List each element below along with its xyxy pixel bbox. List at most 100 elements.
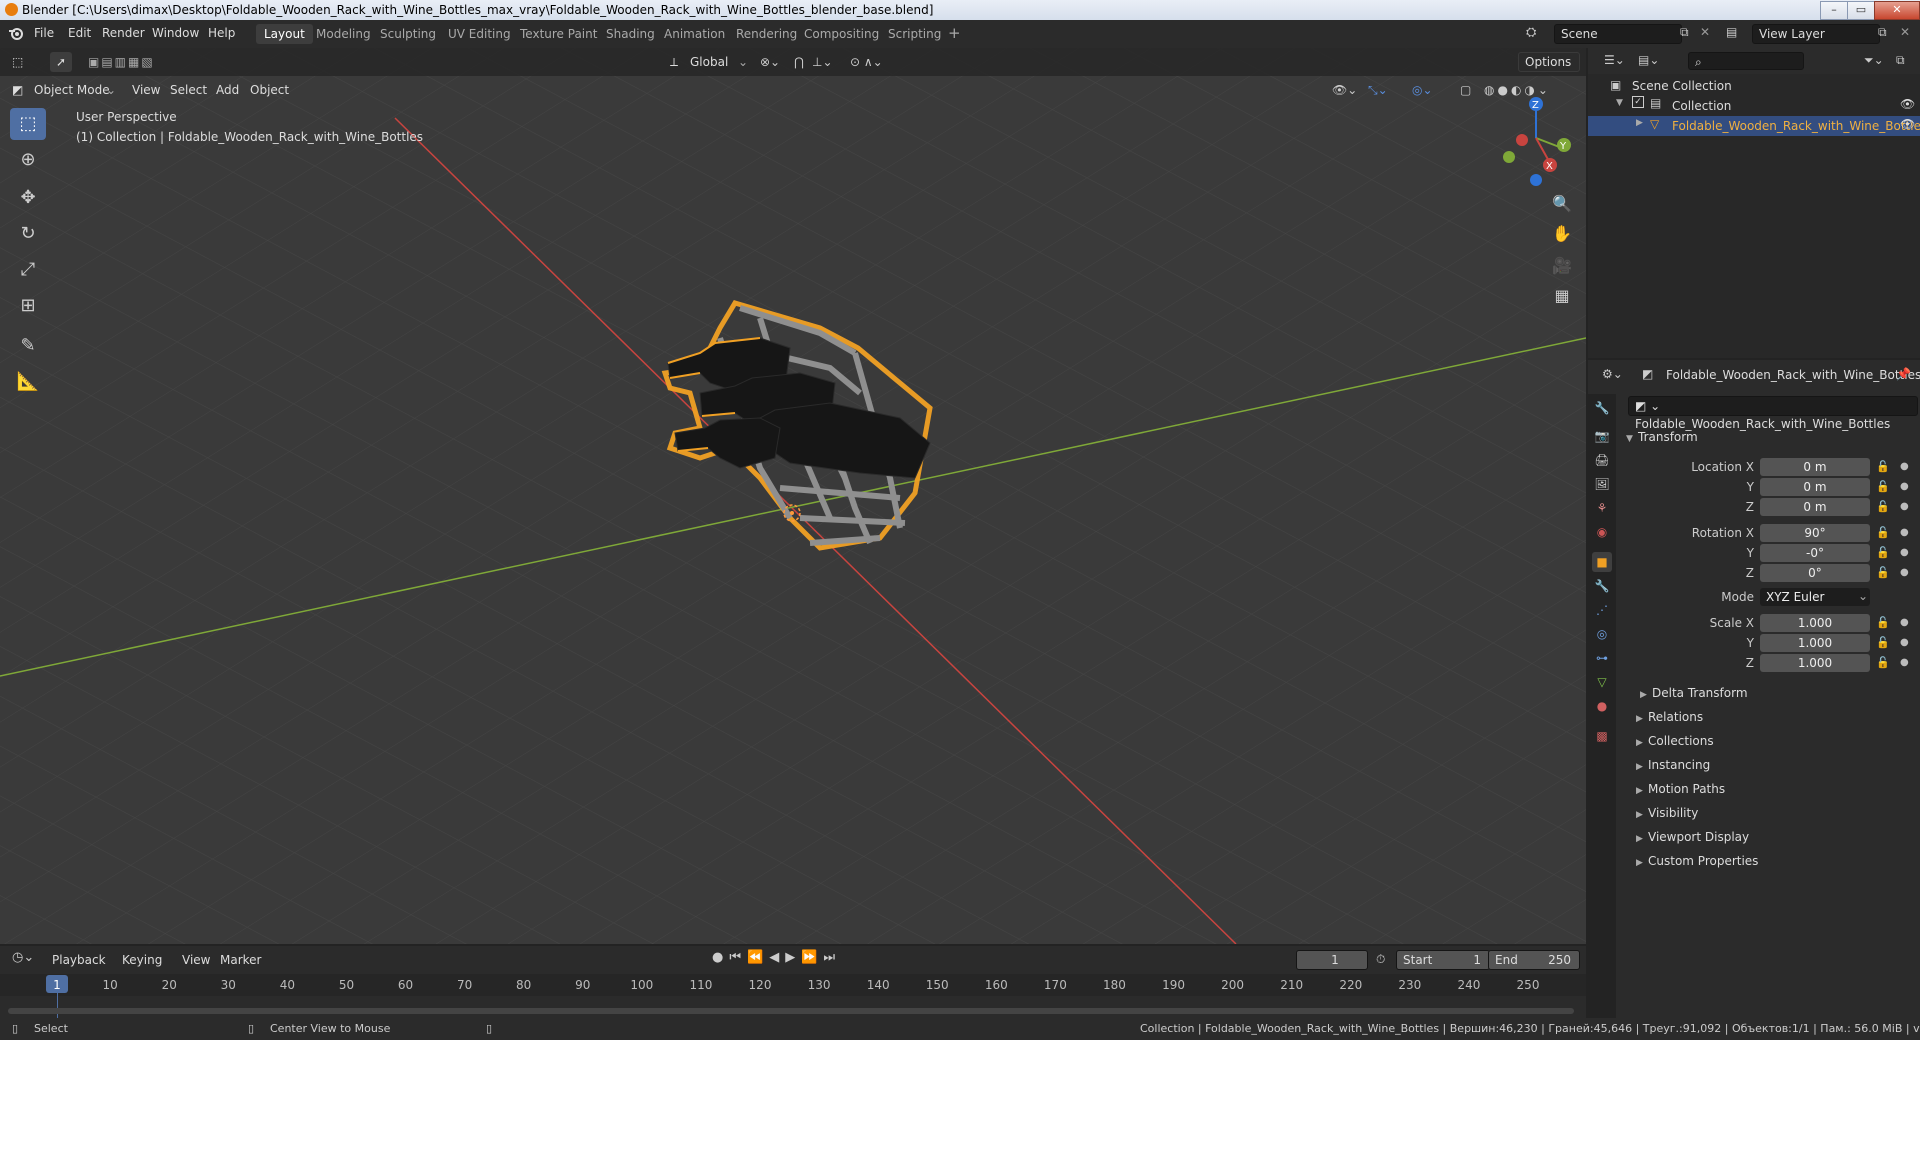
- tab-shading[interactable]: Shading: [598, 24, 663, 44]
- xray-icon[interactable]: ▢: [1460, 80, 1480, 100]
- location-z-field[interactable]: 0 m: [1760, 498, 1870, 516]
- playback-controls[interactable]: ●⏮⏪◀▶⏩⏭: [712, 950, 841, 965]
- menu-window[interactable]: Window: [152, 26, 199, 40]
- rotation-y-field[interactable]: -0°: [1760, 544, 1870, 562]
- pivot-point-icon[interactable]: ⊗⌄: [760, 52, 790, 72]
- rotation-x-field[interactable]: 90°: [1760, 524, 1870, 542]
- pin-icon[interactable]: 📌: [1896, 367, 1911, 381]
- current-frame-field[interactable]: 1: [1296, 950, 1368, 970]
- location-y-lock-icon[interactable]: 🔓: [1876, 480, 1890, 493]
- minimize-button[interactable]: –: [1820, 1, 1848, 20]
- tool-measure[interactable]: 📐: [10, 366, 46, 398]
- options-dropdown[interactable]: Options: [1518, 52, 1580, 72]
- tab-material-icon[interactable]: ●: [1592, 696, 1612, 716]
- timeline-menu-playback[interactable]: Playback: [52, 950, 106, 970]
- tool-transform[interactable]: ⊞: [10, 290, 46, 322]
- viewport-menu-view[interactable]: View: [132, 80, 160, 100]
- scale-y-lock-icon[interactable]: 🔓: [1876, 636, 1890, 649]
- scale-z-field[interactable]: 1.000: [1760, 654, 1870, 672]
- close-button[interactable]: ✕: [1874, 1, 1920, 20]
- outliner-object-name[interactable]: Foldable_Wooden_Rack_with_Wine_Bottles: [1672, 119, 1920, 133]
- scale-z-keyframe-icon[interactable]: ●: [1900, 657, 1909, 668]
- new-collection-icon[interactable]: ⧉: [1896, 53, 1905, 68]
- editor-type-icon[interactable]: ⬚: [12, 52, 30, 72]
- tab-modeling[interactable]: Modeling: [308, 24, 379, 44]
- tool-select-box[interactable]: ⬚: [10, 108, 46, 140]
- tab-scene-icon[interactable]: ⚘: [1592, 498, 1612, 518]
- add-workspace-button[interactable]: +: [948, 24, 961, 42]
- tool-scale[interactable]: ⤢: [10, 254, 46, 286]
- tab-object-data-icon[interactable]: ▽: [1592, 672, 1612, 692]
- display-mode-icon[interactable]: ▤⌄: [1638, 53, 1659, 67]
- tab-particles-icon[interactable]: ⋰: [1592, 600, 1612, 620]
- view-layer-field[interactable]: View Layer: [1752, 24, 1880, 44]
- rotation-x-keyframe-icon[interactable]: ●: [1900, 527, 1909, 538]
- rotation-z-keyframe-icon[interactable]: ●: [1900, 567, 1909, 578]
- tab-animation[interactable]: Animation: [656, 24, 733, 44]
- panel-viewport-display[interactable]: ▶ Viewport Display: [1636, 830, 1749, 844]
- outliner-scene-collection[interactable]: Scene Collection: [1632, 79, 1732, 93]
- menu-file[interactable]: File: [34, 26, 54, 40]
- perspective-toggle-icon[interactable]: ▦: [1548, 282, 1576, 310]
- tab-physics-icon[interactable]: ◎: [1592, 624, 1612, 644]
- gizmo-neg-z-icon[interactable]: [1530, 174, 1542, 186]
- gizmos-icon[interactable]: ⤡⌄: [1368, 80, 1398, 100]
- tool-rotate[interactable]: ↻: [10, 218, 46, 250]
- tool-move[interactable]: ✥: [10, 182, 46, 214]
- collection-visibility-eye-icon[interactable]: 👁: [1900, 97, 1915, 111]
- rotation-x-lock-icon[interactable]: 🔓: [1876, 526, 1890, 539]
- viewport-menu-select[interactable]: Select: [170, 80, 207, 100]
- tab-sculpting[interactable]: Sculpting: [372, 24, 444, 44]
- tab-layout[interactable]: Layout: [256, 24, 313, 44]
- 3d-viewport[interactable]: Z Y X ⬚ ➚ ▣▤▥▦▧ ⟂ Global ⌄ ⊗⌄ ⋂ ⊥⌄ ⊙ ∧⌄ …: [0, 48, 1586, 944]
- rotation-z-field[interactable]: 0°: [1760, 564, 1870, 582]
- transform-panel-header[interactable]: ▼ Transform: [1626, 430, 1698, 444]
- visibility-eye-icon[interactable]: 👁⌄: [1332, 80, 1362, 100]
- collection-checkbox[interactable]: ✓: [1632, 96, 1644, 108]
- outliner-collection[interactable]: Collection: [1672, 99, 1731, 113]
- selection-mode-icons[interactable]: ▣▤▥▦▧: [88, 52, 178, 72]
- gizmo-neg-y-icon[interactable]: [1503, 151, 1515, 163]
- tab-modifiers-icon[interactable]: 🔧: [1592, 576, 1612, 596]
- tab-object-icon[interactable]: ■: [1592, 552, 1612, 572]
- panel-motion-paths[interactable]: ▶ Motion Paths: [1636, 782, 1725, 796]
- overlays-icon[interactable]: ◎⌄: [1412, 80, 1442, 100]
- scale-x-lock-icon[interactable]: 🔓: [1876, 616, 1890, 629]
- maximize-button[interactable]: ▭: [1847, 1, 1875, 20]
- tab-render-icon[interactable]: 📷: [1592, 426, 1612, 446]
- timeline-editor-type-icon[interactable]: ◷⌄: [12, 950, 34, 965]
- location-y-field[interactable]: 0 m: [1760, 478, 1870, 496]
- menu-edit[interactable]: Edit: [68, 26, 91, 40]
- location-x-field[interactable]: 0 m: [1760, 458, 1870, 476]
- blender-menu-icon[interactable]: [8, 25, 24, 41]
- timeline-scrollbar[interactable]: [8, 1008, 1574, 1014]
- outliner-editor-type-icon[interactable]: ☰⌄: [1604, 53, 1625, 67]
- scale-x-field[interactable]: 1.000: [1760, 614, 1870, 632]
- select-tool-icon[interactable]: ➚: [50, 52, 72, 72]
- scale-y-keyframe-icon[interactable]: ●: [1900, 637, 1909, 648]
- collection-expand-icon[interactable]: ▼: [1616, 98, 1623, 108]
- scene-browse-icon[interactable]: ⛭: [1526, 25, 1548, 43]
- menu-render[interactable]: Render: [102, 26, 145, 40]
- object-expand-icon[interactable]: ▶: [1636, 118, 1643, 128]
- tab-compositing[interactable]: Compositing: [796, 24, 887, 44]
- scale-x-keyframe-icon[interactable]: ●: [1900, 617, 1909, 628]
- timeline-menu-keying[interactable]: Keying: [122, 950, 162, 970]
- camera-view-icon[interactable]: 🎥: [1548, 252, 1576, 280]
- panel-collections[interactable]: ▶ Collections: [1636, 734, 1714, 748]
- delta-transform-subpanel[interactable]: ▶ Delta Transform: [1640, 686, 1748, 700]
- outliner-search-input[interactable]: ⌕: [1688, 52, 1804, 70]
- tab-view-layer-icon[interactable]: 🖼: [1592, 474, 1612, 494]
- rotation-y-lock-icon[interactable]: 🔓: [1876, 546, 1890, 559]
- object-name-field[interactable]: ◩ ⌄ Foldable_Wooden_Rack_with_Wine_Bottl…: [1628, 396, 1918, 431]
- menu-help[interactable]: Help: [208, 26, 235, 40]
- zoom-icon[interactable]: 🔍: [1548, 190, 1576, 218]
- panel-relations[interactable]: ▶ Relations: [1636, 710, 1703, 724]
- rotation-z-lock-icon[interactable]: 🔓: [1876, 566, 1890, 579]
- end-frame-field[interactable]: End 250: [1488, 950, 1580, 970]
- delete-view-layer-icon[interactable]: ✕: [1900, 25, 1910, 39]
- tab-tool-icon[interactable]: 🔧: [1592, 398, 1612, 418]
- scale-z-lock-icon[interactable]: 🔓: [1876, 656, 1890, 669]
- scale-y-field[interactable]: 1.000: [1760, 634, 1870, 652]
- rotation-y-keyframe-icon[interactable]: ●: [1900, 547, 1909, 558]
